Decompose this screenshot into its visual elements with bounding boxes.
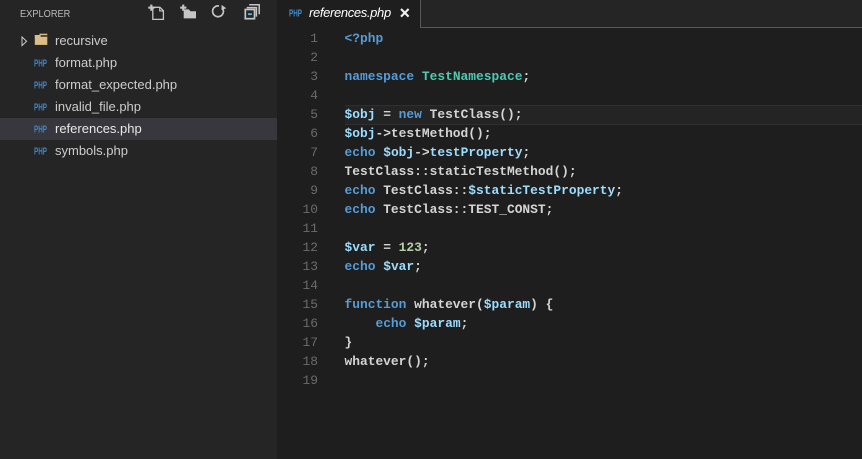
svg-text:PHP: PHP [34, 103, 47, 113]
svg-text:PHP: PHP [34, 81, 47, 91]
svg-text:PHP: PHP [289, 9, 302, 19]
svg-text:PHP: PHP [34, 59, 47, 69]
svg-text:PHP: PHP [34, 125, 47, 135]
svg-text:PHP: PHP [34, 147, 47, 157]
